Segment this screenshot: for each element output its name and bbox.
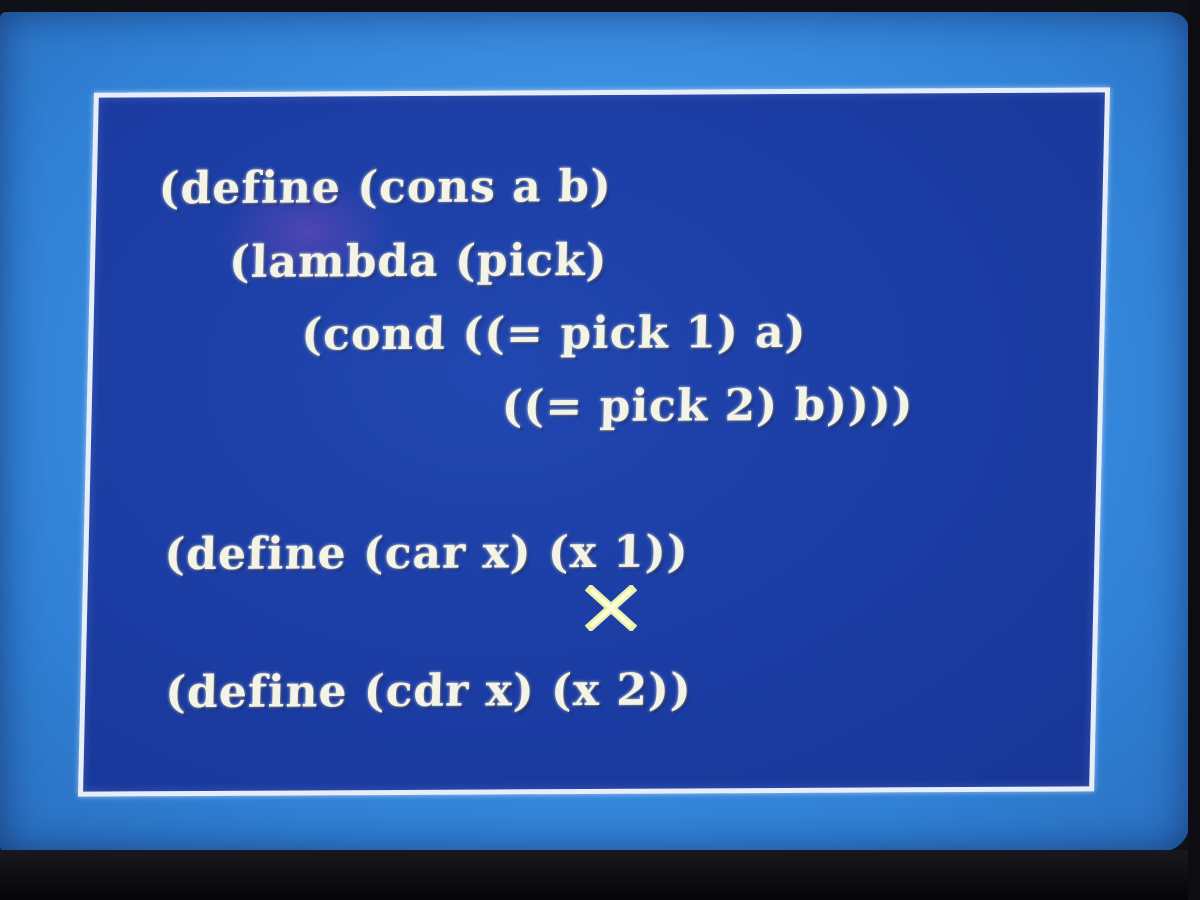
code-line-cond-2: ((= pick 2) b)))) <box>501 379 915 433</box>
code-line-cond-1: (cond ((= pick 1) a) <box>300 306 808 361</box>
monitor-bezel-bottom <box>0 850 1200 900</box>
x-cursor-icon <box>585 585 637 631</box>
code-line-define-cdr: (define (cdr x) (x 2)) <box>164 664 693 719</box>
crt-photo: (define (cons a b) (lambda (pick) (cond … <box>0 0 1200 900</box>
monitor-bezel-right <box>1188 0 1200 900</box>
code-slide-panel: (define (cons a b) (lambda (pick) (cond … <box>77 87 1111 797</box>
code-line-lambda: (lambda (pick) <box>228 234 609 288</box>
code-line-define-car: (define (car x) (x 1)) <box>163 526 690 581</box>
code-line-define-cons: (define (cons a b) <box>158 160 613 215</box>
